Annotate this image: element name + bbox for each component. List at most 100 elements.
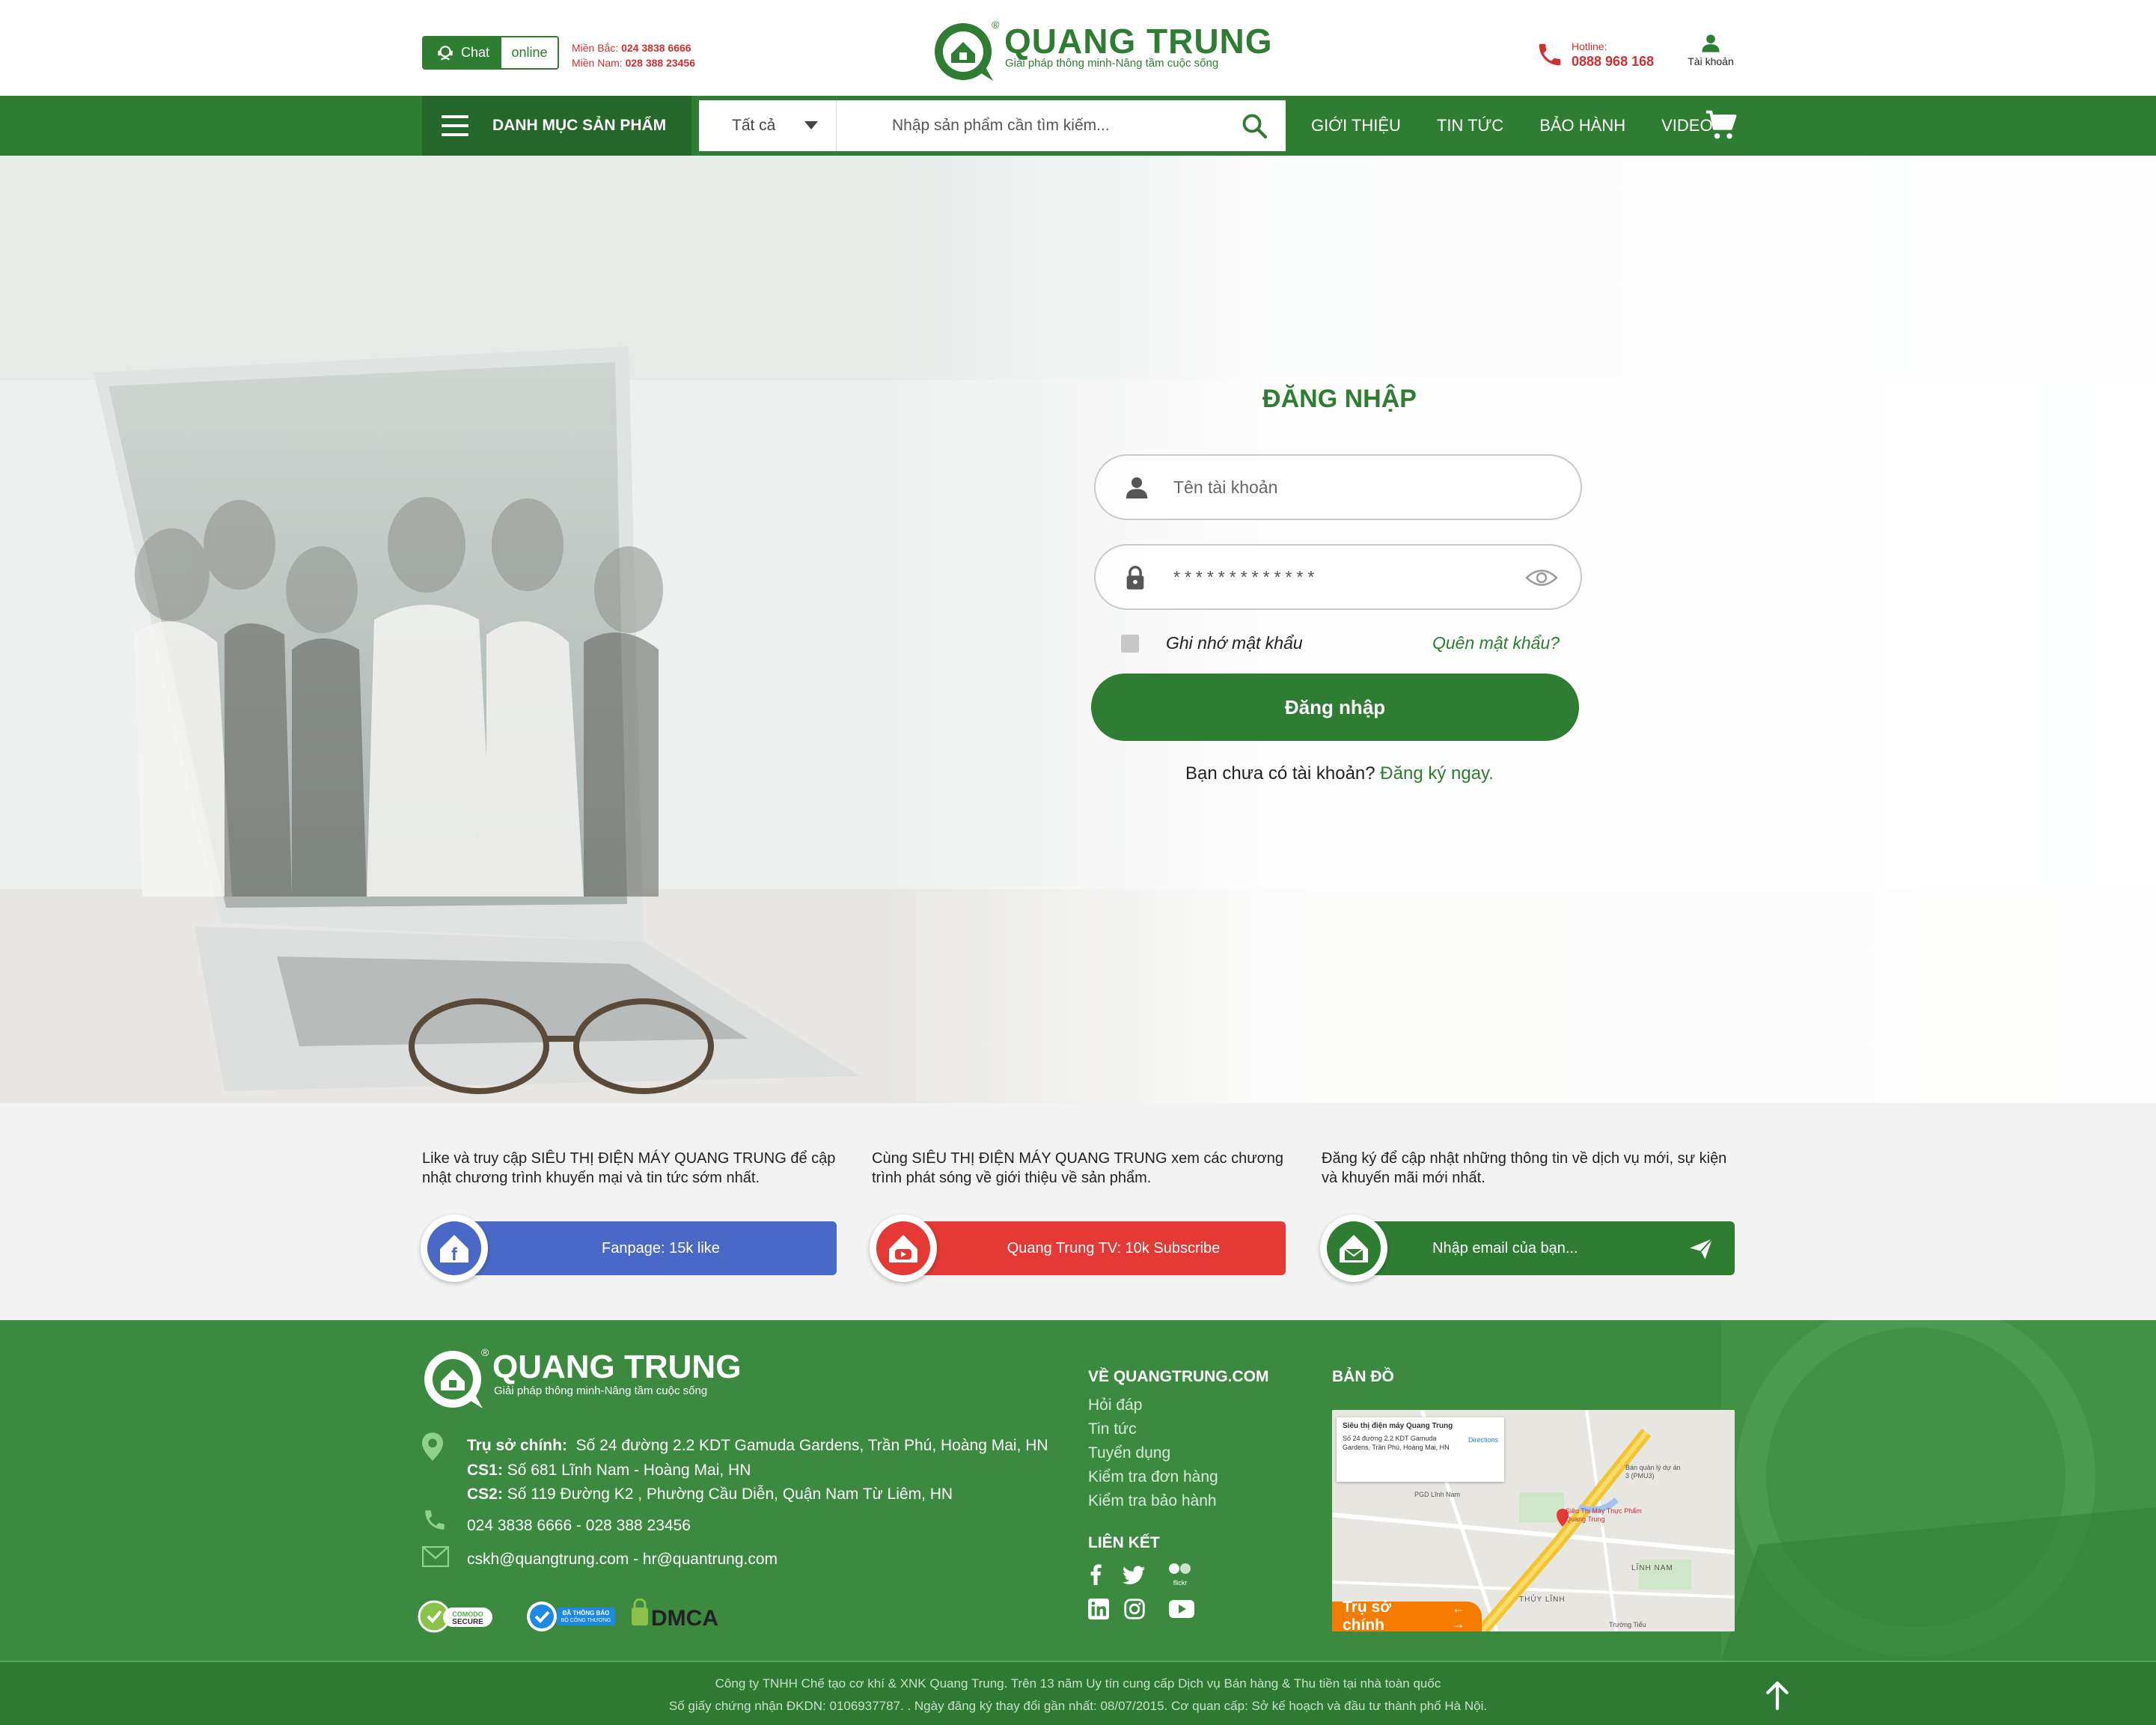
- facebook-fanpage-label: Fanpage: 15k like: [602, 1239, 720, 1257]
- hotline-north-number[interactable]: 024 3838 6666: [621, 42, 691, 54]
- ministry-notice-badge[interactable]: ĐÃ THÔNG BÁO BỘ CÔNG THƯƠNG: [524, 1599, 617, 1634]
- comodo-secure-icon: COMODO SECURE: [418, 1600, 492, 1633]
- youtube-channel-label: Quang Trung TV: 10k Subscribe: [1007, 1239, 1221, 1257]
- footer-phones[interactable]: 024 3838 6666 - 028 388 23456: [467, 1517, 691, 1535]
- about-link-careers[interactable]: Tuyển dụng: [1088, 1441, 1218, 1465]
- register-link[interactable]: Đăng ký ngay.: [1380, 763, 1494, 784]
- map-place-0: PGD Lĩnh Nam: [1414, 1491, 1461, 1498]
- password-field[interactable]: [1094, 544, 1582, 610]
- footer-logo-slogan: Giải pháp thông minh-Nâng tầm cuộc sống: [494, 1384, 708, 1397]
- about-link-order-check[interactable]: Kiểm tra đơn hàng: [1088, 1465, 1218, 1489]
- map-button-label: Trụ sở chính: [1343, 1599, 1392, 1631]
- footer: [0, 1320, 2156, 1661]
- hotline-south-number[interactable]: 028 388 23456: [626, 57, 695, 69]
- map-place-3: THỦY LĨNH: [1519, 1596, 1566, 1604]
- hero-fade-overlay: [884, 156, 2156, 1103]
- hotline-south-label: Miền Nam:: [572, 57, 623, 69]
- svg-text:SECURE: SECURE: [452, 1618, 483, 1626]
- login-submit-button[interactable]: Đăng nhập: [1091, 674, 1579, 741]
- forgot-password-link[interactable]: Quên mật khẩu?: [1432, 633, 1560, 653]
- svg-text:flickr: flickr: [1173, 1579, 1188, 1587]
- map-pin-label: Siêu Thị Máy Thực Phẩm Quang Trung: [1566, 1507, 1642, 1523]
- dmca-icon: DMCA: [632, 1598, 718, 1631]
- cs2-line: CS2: Số 119 Đường K2 , Phường Cầu Diễn, …: [467, 1486, 953, 1503]
- about-link-news[interactable]: Tin tức: [1088, 1417, 1218, 1441]
- chat-online-button[interactable]: Chat online: [422, 36, 559, 70]
- linkedin-icon[interactable]: [1088, 1599, 1109, 1619]
- about-title: VỀ QUANGTRUNG.COM: [1088, 1368, 1269, 1385]
- hotline-number[interactable]: 0888 968 168: [1572, 54, 1654, 70]
- map-place-4: Trường Tiểu: [1609, 1621, 1646, 1628]
- account-link[interactable]: Tài khoản: [1684, 55, 1738, 67]
- nav-link-news[interactable]: TIN TỨC: [1437, 116, 1503, 135]
- hero-background: [0, 156, 2156, 1103]
- cart-icon[interactable]: [1704, 109, 1738, 142]
- map-place-1: Bán quản lý dự án 3 (PMU3): [1625, 1464, 1681, 1480]
- category-menu-button[interactable]: DANH MỤC SẢN PHẨM: [422, 96, 691, 156]
- username-input[interactable]: [1173, 456, 1503, 519]
- footer-background-pattern: [0, 1320, 2156, 1661]
- logo-name[interactable]: QUANG TRUNG: [1004, 21, 1273, 61]
- facebook-icon[interactable]: [1088, 1564, 1103, 1585]
- social-section: [0, 1103, 2156, 1320]
- newsletter-email-input[interactable]: [1432, 1226, 1672, 1271]
- about-link-faq[interactable]: Hỏi đáp: [1088, 1393, 1218, 1417]
- logo-slogan: Giải pháp thông minh-Nâng tầm cuộc sống: [1005, 57, 1219, 70]
- send-icon[interactable]: [1688, 1238, 1714, 1260]
- youtube-badge[interactable]: [870, 1215, 937, 1282]
- comodo-badge[interactable]: COMODO SECURE: [418, 1594, 495, 1634]
- logo-emblem-icon[interactable]: ®: [932, 16, 1001, 84]
- nav-link-warranty[interactable]: BẢO HÀNH: [1539, 116, 1625, 135]
- facebook-badge[interactable]: f: [421, 1215, 488, 1282]
- username-field[interactable]: [1094, 454, 1582, 520]
- online-label: online: [501, 37, 558, 68]
- footer-logo-name[interactable]: QUANG TRUNG: [492, 1349, 741, 1386]
- map-info-card: Siêu thị điện máy Quang Trung Số 24 đườn…: [1337, 1417, 1504, 1482]
- youtube-channel-button[interactable]: Quang Trung TV: 10k Subscribe: [904, 1221, 1286, 1275]
- search-icon[interactable]: [1241, 112, 1268, 139]
- twitter-icon[interactable]: [1123, 1566, 1145, 1585]
- instagram-icon[interactable]: [1124, 1599, 1145, 1619]
- remember-checkbox[interactable]: [1121, 635, 1139, 653]
- cs2-address: Số 119 Đường K2 , Phường Cầu Diễn, Quận …: [507, 1486, 953, 1503]
- map-card-title: Siêu thị điện máy Quang Trung: [1343, 1422, 1453, 1430]
- region-hotlines: Miền Bắc: 024 3838 6666 Miền Nam: 028 38…: [572, 40, 695, 70]
- about-links: Hỏi đáp Tin tức Tuyển dụng Kiểm tra đơn …: [1088, 1393, 1218, 1513]
- search-input[interactable]: [892, 100, 1221, 151]
- search-box: [837, 100, 1286, 151]
- facebook-fanpage-button[interactable]: Fanpage: 15k like: [455, 1221, 837, 1275]
- headquarters-line: Trụ sở chính: Số 24 đường 2.2 KDT Gamuda…: [467, 1437, 1048, 1455]
- footer-emails[interactable]: cskh@quangtrung.com - hr@quantrung.com: [467, 1551, 778, 1569]
- category-selected-value: Tất cả: [732, 117, 776, 134]
- category-select[interactable]: Tất cả: [699, 100, 837, 151]
- youtube-footer-icon[interactable]: [1169, 1600, 1194, 1618]
- svg-text:f: f: [451, 1245, 458, 1265]
- user-account-icon[interactable]: [1700, 33, 1721, 54]
- dmca-badge[interactable]: DMCA: [630, 1598, 723, 1634]
- back-to-top-icon[interactable]: [1765, 1681, 1790, 1711]
- password-input[interactable]: [1173, 546, 1503, 608]
- headquarters-map-button[interactable]: Trụ sở chính ← →: [1332, 1599, 1482, 1631]
- svg-text:ĐÃ THÔNG BÁO: ĐÃ THÔNG BÁO: [563, 1610, 610, 1616]
- eye-icon[interactable]: [1525, 567, 1558, 589]
- nav-link-about[interactable]: GIỚI THIỆU: [1311, 116, 1401, 135]
- facebook-icon: f: [440, 1235, 468, 1265]
- no-account-text: Bạn chưa có tài khoản?: [1185, 763, 1375, 784]
- map-directions-link[interactable]: Directions: [1468, 1435, 1498, 1444]
- location-map[interactable]: Siêu thị điện máy Quang Trung Số 24 đườn…: [1332, 1410, 1735, 1631]
- nav-links: GIỚI THIỆU TIN TỨC BẢO HÀNH VIDEO: [1311, 96, 1749, 156]
- footer-logo-emblem-icon[interactable]: ®: [421, 1344, 491, 1411]
- flickr-icon[interactable]: flickr: [1167, 1561, 1193, 1588]
- map-place-2: LĨNH NAM: [1631, 1564, 1673, 1572]
- newsletter-form: [1355, 1221, 1735, 1275]
- mail-icon: [1340, 1235, 1368, 1263]
- footer-phone-icon: [425, 1510, 445, 1530]
- copyright-line-2: Số giấy chứng nhận ĐKDN: 0106937787. . N…: [668, 1699, 1488, 1713]
- svg-text:®: ®: [992, 19, 1000, 31]
- chat-label: Chat: [460, 45, 490, 60]
- about-link-warranty-check[interactable]: Kiểm tra bảo hành: [1088, 1489, 1218, 1513]
- copyright-bar: [0, 1661, 2156, 1725]
- newsletter-description: Đăng ký để cập nhật những thông tin về d…: [1322, 1150, 1727, 1186]
- youtube-description: Cùng SIÊU THỊ ĐIỆN MÁY QUANG TRUNG xem c…: [872, 1150, 1283, 1186]
- cs1-label: CS1:: [467, 1462, 503, 1479]
